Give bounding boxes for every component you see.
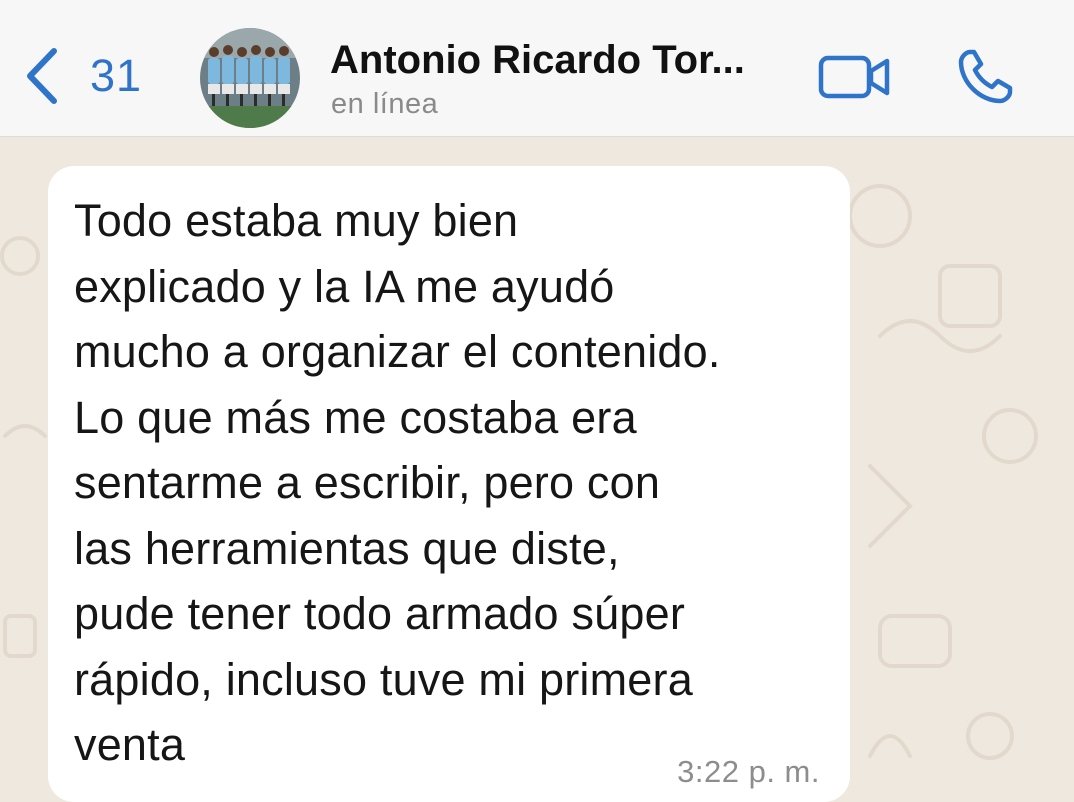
- message-line: explicado y la IA me ayudó: [74, 260, 615, 312]
- phone-icon: [958, 49, 1013, 104]
- voice-call-button[interactable]: [956, 46, 1016, 106]
- avatar[interactable]: [200, 28, 300, 128]
- team-photo-avatar: [200, 28, 300, 128]
- message-line: sentarme a escribir, pero con: [74, 457, 661, 508]
- chevron-left-icon: [27, 48, 57, 104]
- message-line: pude tener todo armado súper: [74, 588, 686, 639]
- contact-name[interactable]: Antonio Ricardo Tor...: [330, 38, 745, 83]
- message-line: mucho a organizar el contenido.: [74, 326, 721, 377]
- video-camera-icon: [818, 55, 890, 99]
- message-line: Todo estaba muy bien: [74, 195, 519, 246]
- message-timestamp: 3:22 p. m.: [677, 754, 820, 789]
- message-line: Lo que más me costaba era: [74, 391, 637, 443]
- message-line: rápido, incluso tuve mi primera: [74, 653, 693, 705]
- message-line: las herramientas que diste,: [74, 522, 620, 574]
- back-button[interactable]: 31: [22, 46, 142, 106]
- chat-header: 31 Antonio Ricardo Tor... en línea: [0, 0, 1074, 137]
- message-bubble[interactable]: Todo estaba muy bien explicado y la IA m…: [48, 166, 850, 802]
- unread-count: 31: [90, 50, 143, 101]
- video-call-button[interactable]: [818, 52, 892, 102]
- message-text: Todo estaba muy bien explicado y la IA m…: [74, 188, 834, 778]
- contact-status: en línea: [331, 88, 439, 120]
